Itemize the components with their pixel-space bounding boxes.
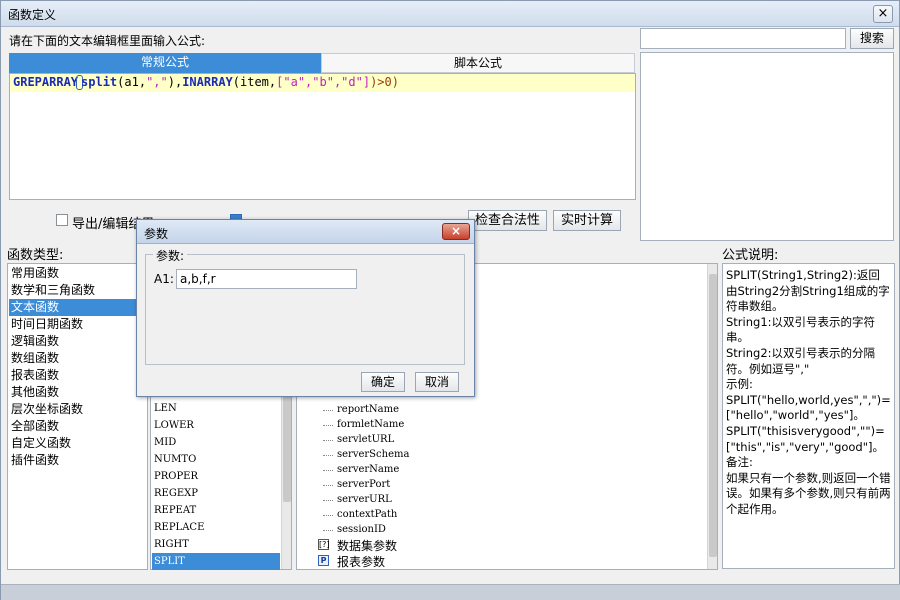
function-type-label: 函数类型:	[7, 248, 64, 263]
tree-connector	[323, 515, 333, 516]
tree-connector	[323, 530, 333, 531]
dialog-close-icon[interactable]: ×	[442, 223, 470, 240]
scrollbar-thumb[interactable]	[709, 274, 717, 557]
function-definition-window: 函数定义 × 请在下面的文本编辑框里面输入公式: 搜索 常规公式 脚本公式 GR…	[0, 0, 900, 600]
tree-connector	[323, 485, 333, 486]
tree-item[interactable]: serverName	[337, 464, 399, 475]
tree-item[interactable]: serverSchema	[337, 449, 409, 460]
list-item[interactable]: NUMTO	[152, 451, 280, 468]
description-line: String1:以双引号表示的字符串。	[726, 314, 876, 345]
list-item[interactable]: 逻辑函数	[9, 333, 136, 350]
list-item[interactable]: PROPER	[152, 468, 280, 485]
search-results-panel[interactable]	[640, 52, 894, 241]
tab-normal-formula[interactable]: 常规公式	[9, 53, 321, 73]
list-item[interactable]: REPLACE	[152, 519, 280, 536]
tree-connector	[323, 440, 333, 441]
list-item[interactable]: REGEXP	[152, 485, 280, 502]
param-group: 参数: A1:	[145, 247, 465, 365]
param-group-label: 参数:	[153, 247, 188, 264]
list-item[interactable]: 层次坐标函数	[9, 401, 136, 418]
formula-token: ","	[146, 75, 168, 89]
list-item[interactable]: 常用函数	[9, 265, 136, 282]
window-close-icon[interactable]: ×	[873, 5, 893, 23]
export-checkbox[interactable]	[56, 214, 68, 226]
list-item[interactable]: LOWER	[152, 417, 280, 434]
tree-group-dataset[interactable]: 数据集参数	[337, 537, 397, 554]
formula-tabs: 常规公式 脚本公式	[9, 53, 635, 73]
list-item[interactable]: 时间日期函数	[9, 316, 136, 333]
formula-editor[interactable]: GREPARRAY split(a1,","),INARRAY(item,["a"…	[9, 73, 636, 200]
list-item[interactable]: 数学和三角函数	[9, 282, 136, 299]
tree-connector	[323, 500, 333, 501]
formula-token: (a1,	[117, 75, 147, 89]
tree-item[interactable]: formletName	[337, 419, 404, 430]
description-line: 示例:	[726, 377, 753, 392]
check-validity-button[interactable]: 检查合法性	[468, 210, 547, 231]
tree-connector	[323, 410, 333, 411]
tree-group-report[interactable]: 报表参数	[337, 553, 385, 570]
dialog-titlebar: 参数 ×	[137, 220, 474, 244]
function-type-list[interactable]: 常用函数 数学和三角函数 文本函数 时间日期函数 逻辑函数 数组函数 报表函数 …	[7, 263, 148, 570]
scrollbar-thumb[interactable]	[283, 384, 291, 502]
window-titlebar: 函数定义 ×	[1, 1, 899, 27]
formula-description: SPLIT(String1,String2):返回由String2分割Strin…	[722, 263, 895, 569]
description-line: String2:以双引号表示的分隔符。例如逗号","	[726, 345, 876, 376]
parameter-dialog: 参数 × 参数: A1: 确定 取消	[136, 219, 475, 397]
formula-prompt: 请在下面的文本编辑框里面输入公式:	[9, 34, 206, 48]
description-line: SPLIT("thisisverygood","")=["this","is",…	[726, 423, 885, 454]
description-label: 公式说明:	[722, 248, 779, 263]
description-line: SPLIT(String1,String2):返回由String2分割Strin…	[726, 268, 890, 314]
parameter-tree-scrollbar[interactable]	[707, 264, 717, 569]
a1-field-input[interactable]	[176, 269, 357, 289]
tree-connector	[323, 470, 333, 471]
description-line: 备注:	[726, 455, 753, 470]
bottom-bar	[1, 584, 900, 600]
tree-connector	[323, 455, 333, 456]
description-line: 如果只有一个参数,则返回一个错误。如果有多个参数,则只有前两个起作用。	[726, 470, 891, 516]
dialog-ok-button[interactable]: 确定	[361, 372, 405, 392]
formula-token: ["a","b","d"]	[276, 75, 371, 89]
tree-item[interactable]: sessionID	[337, 524, 386, 535]
list-item[interactable]: 其他函数	[9, 384, 136, 401]
list-item-selected[interactable]: SPLIT	[152, 553, 280, 570]
description-line: SPLIT("hello,world,yes",",")=["hello","w…	[726, 392, 891, 423]
a1-field-label: A1:	[154, 272, 174, 286]
dialog-title: 参数	[144, 227, 169, 241]
list-item[interactable]: MID	[152, 434, 280, 451]
list-item[interactable]: 数组函数	[9, 350, 136, 367]
tree-item[interactable]: serverURL	[337, 494, 392, 505]
list-item[interactable]: 全部函数	[9, 418, 136, 435]
dataset-param-icon: [?]	[318, 539, 330, 550]
realtime-calc-button[interactable]: 实时计算	[553, 210, 621, 231]
formula-token: INARRAY	[182, 75, 233, 89]
tab-script-formula[interactable]: 脚本公式	[321, 53, 635, 73]
list-item[interactable]: 插件函数	[9, 452, 136, 469]
report-param-icon: P	[318, 555, 329, 566]
tree-item[interactable]: serverPort	[337, 479, 390, 490]
list-item[interactable]: LEN	[152, 400, 280, 417]
tree-item[interactable]: servletURL	[337, 434, 394, 445]
list-item[interactable]: 自定义函数	[9, 435, 136, 452]
formula-token: ),	[167, 75, 183, 89]
search-input[interactable]	[640, 28, 846, 49]
window-title: 函数定义	[8, 8, 57, 22]
list-item[interactable]: REPEAT	[152, 502, 280, 519]
tree-item[interactable]: reportName	[337, 404, 399, 415]
formula-line[interactable]: GREPARRAY split(a1,","),INARRAY(item,["a"…	[10, 74, 635, 92]
formula-token: )>0)	[370, 75, 399, 89]
formula-token: (item,	[232, 75, 277, 89]
tree-item[interactable]: contextPath	[337, 509, 397, 520]
formula-token: GREPARRAY	[13, 75, 79, 89]
formula-token: split	[81, 75, 118, 89]
tree-connector	[323, 425, 333, 426]
dialog-cancel-button[interactable]: 取消	[415, 372, 459, 392]
search-button[interactable]: 搜索	[850, 28, 894, 49]
list-item[interactable]: RIGHT	[152, 536, 280, 553]
list-item[interactable]: 报表函数	[9, 367, 136, 384]
list-item[interactable]: 文本函数	[9, 299, 136, 316]
